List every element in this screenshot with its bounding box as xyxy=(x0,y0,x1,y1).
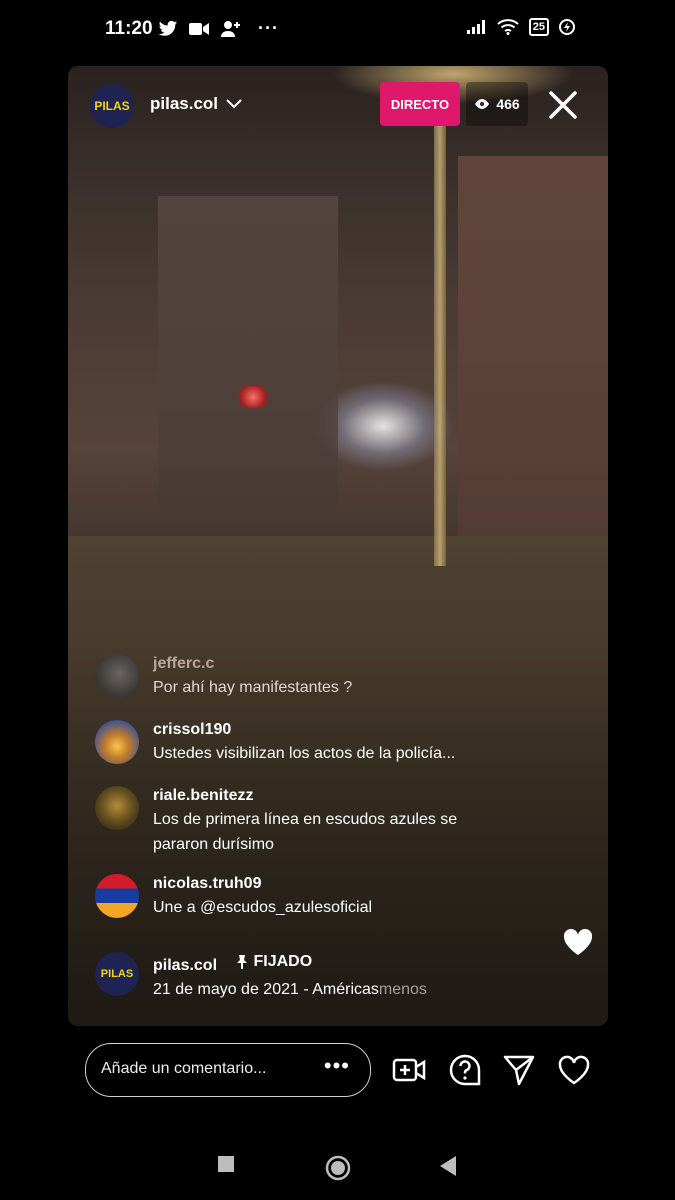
data-saver-icon xyxy=(559,19,575,35)
like-icon[interactable] xyxy=(557,1053,591,1087)
add-video-icon[interactable] xyxy=(392,1053,426,1087)
comment-username[interactable]: crissol190 xyxy=(153,720,493,740)
question-icon[interactable] xyxy=(448,1053,482,1087)
pinned-less-link[interactable]: menos xyxy=(379,981,427,998)
comment-username[interactable]: riale.benitezz xyxy=(153,786,493,806)
comment-avatar[interactable] xyxy=(95,786,139,830)
person-add-icon xyxy=(221,20,240,37)
video-street-light xyxy=(434,106,446,566)
twitter-icon xyxy=(158,20,178,36)
comment-avatar[interactable] xyxy=(95,874,139,918)
broadcaster-name: pilas.col xyxy=(150,94,219,113)
broadcaster-avatar[interactable]: PILAS xyxy=(90,84,134,128)
comment-avatar[interactable] xyxy=(95,654,139,698)
comment-item: jefferc.c Por ahí hay manifestantes ? xyxy=(95,654,493,700)
signal-icon xyxy=(466,20,485,34)
comment-username[interactable]: jefferc.c xyxy=(153,654,493,674)
comment-placeholder: Añade un comentario... xyxy=(101,1060,267,1077)
wifi-icon xyxy=(497,19,519,35)
status-time: 11:20 xyxy=(105,18,153,39)
battery-icon: 25 xyxy=(528,18,549,36)
pinned-comment: PILAS pilas.col FIJADO 21 de mayo de 202… xyxy=(95,952,493,1002)
more-options-icon[interactable]: ••• xyxy=(324,1053,350,1079)
send-icon[interactable] xyxy=(502,1053,536,1087)
status-bar: 11:20 ··· 25 xyxy=(0,0,675,60)
recents-button[interactable] xyxy=(217,1155,235,1173)
video-building-left xyxy=(158,196,338,506)
video-traffic-light xyxy=(236,386,270,408)
avatar-text: PILAS xyxy=(94,99,130,113)
comment-item: nicolas.truh09 Une a @escudos_azulesofic… xyxy=(95,874,493,920)
eye-icon xyxy=(475,99,490,109)
comment-item: crissol190 Ustedes visibilizan los actos… xyxy=(95,720,493,766)
chevron-down-icon xyxy=(226,99,242,109)
live-badge: DIRECTO xyxy=(380,82,460,126)
close-icon[interactable] xyxy=(546,88,580,122)
pin-icon xyxy=(237,955,248,969)
broadcaster-username[interactable]: pilas.col xyxy=(150,94,242,114)
comment-item: riale.benitezz Los de primera línea en e… xyxy=(95,786,493,857)
comment-username[interactable]: nicolas.truh09 xyxy=(153,874,493,894)
video-building-right xyxy=(458,156,608,536)
comment-avatar[interactable] xyxy=(95,720,139,764)
pinned-username[interactable]: pilas.col xyxy=(153,957,217,974)
video-icon xyxy=(189,22,209,35)
avatar-text: PILAS xyxy=(100,968,134,980)
pinned-avatar[interactable]: PILAS xyxy=(95,952,139,996)
pinned-label: FIJADO xyxy=(253,953,313,970)
comment-text: Por ahí hay manifestantes ? xyxy=(153,679,353,696)
pinned-text: 21 de mayo de 2021 - Américas xyxy=(153,981,379,998)
back-button[interactable] xyxy=(438,1155,458,1177)
viewer-count-number: 466 xyxy=(496,96,520,112)
comment-text: Une a @escudos_azulesoficial xyxy=(153,899,373,916)
comment-text: Los de primera línea en escudos azules s… xyxy=(153,811,458,853)
comment-input[interactable]: Añade un comentario... ••• xyxy=(85,1043,371,1097)
comment-text: Ustedes visibilizan los actos de la poli… xyxy=(153,745,456,762)
more-icon: ··· xyxy=(258,18,279,38)
home-button[interactable] xyxy=(325,1155,351,1181)
heart-icon[interactable] xyxy=(563,928,593,956)
viewer-count[interactable]: 466 xyxy=(466,82,528,126)
